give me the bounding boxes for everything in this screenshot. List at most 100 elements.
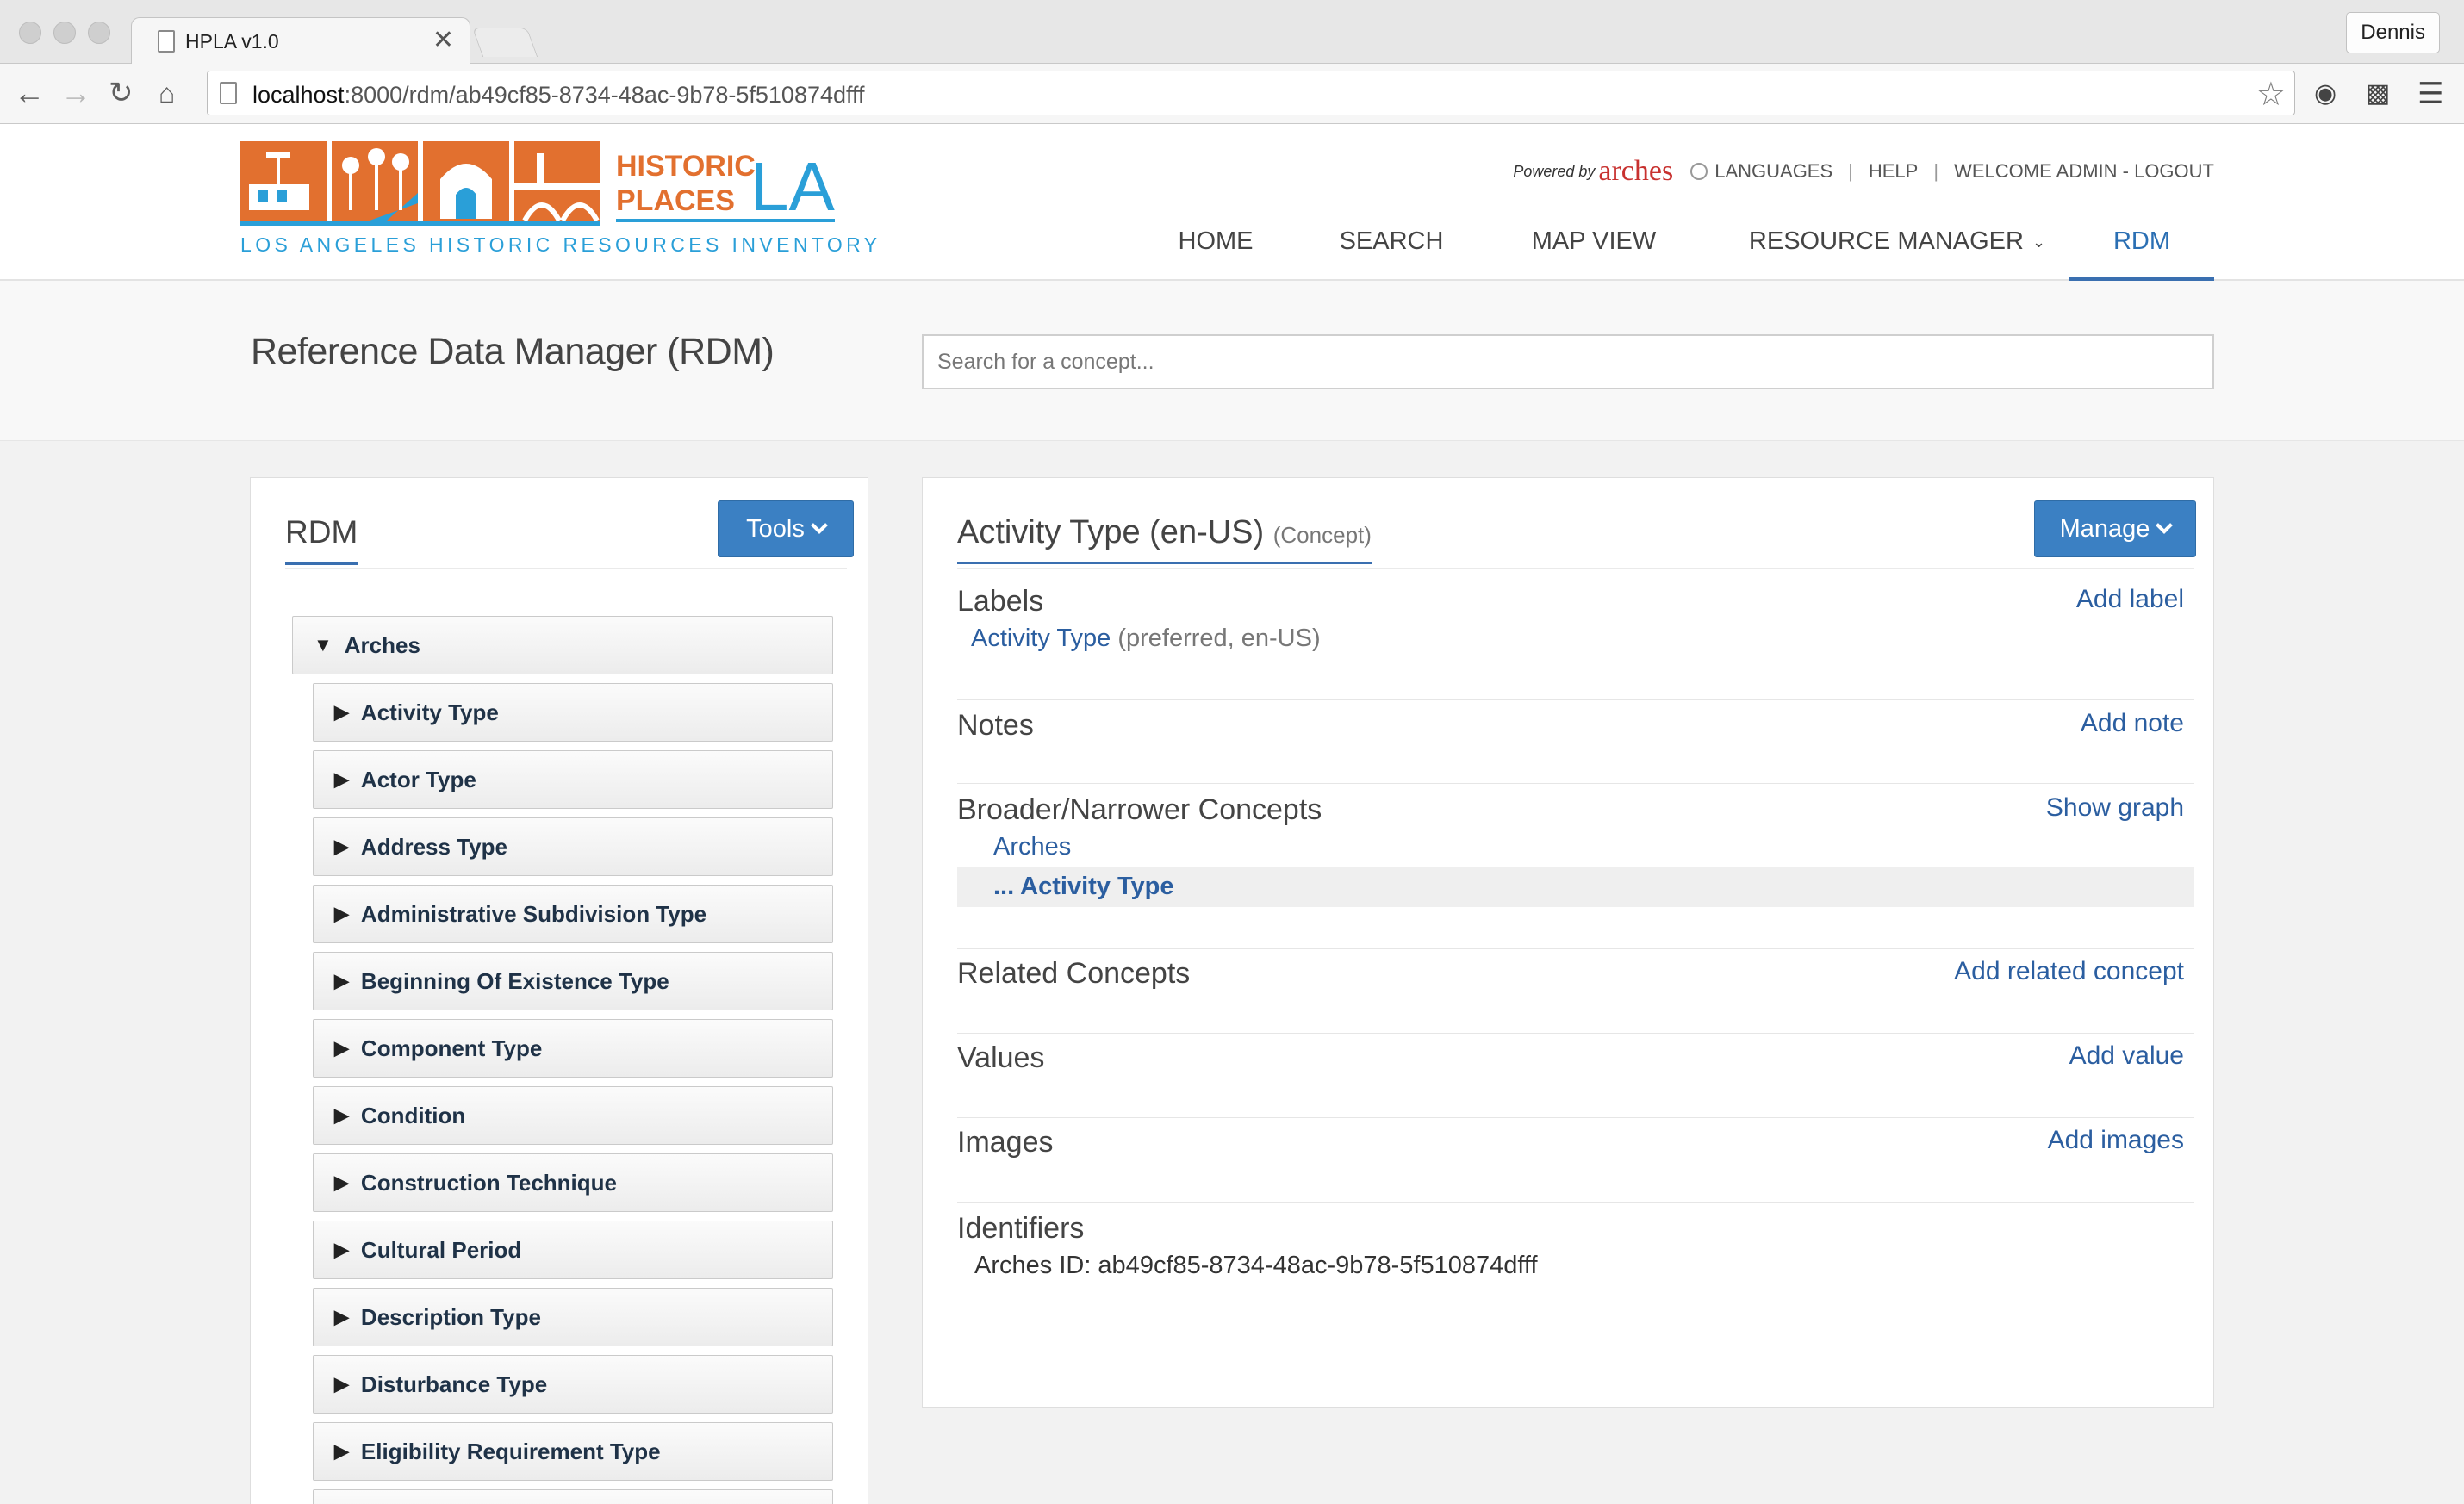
add-label-link[interactable]: Add label	[2076, 585, 2184, 614]
current-concept-link[interactable]: ... Activity Type	[993, 873, 1174, 901]
forward-arrow-icon[interactable]: →	[60, 76, 91, 110]
arches-logo[interactable]: arches	[1598, 155, 1673, 188]
tree-node-label: Condition	[360, 1102, 466, 1128]
hierarchy-heading: Broader/Narrower Concepts	[957, 793, 1322, 826]
notes-heading: Notes	[957, 709, 1034, 742]
help-link[interactable]: HELP	[1869, 160, 1918, 183]
add-note-link[interactable]: Add note	[2081, 709, 2184, 738]
welcome-logout-link[interactable]: WELCOME ADMIN - LOGOUT	[1954, 160, 2214, 183]
caret-right-icon[interactable]: ▶	[334, 1172, 349, 1194]
tree-root-arches[interactable]: ▼ Arches	[292, 616, 833, 674]
manage-button[interactable]: Manage	[2034, 500, 2196, 557]
tree-node-actor-type[interactable]: ▶ Actor Type	[313, 750, 833, 809]
tree-node-label: Address Type	[360, 833, 507, 860]
logo-text-historic: HISTORIC	[616, 150, 756, 183]
star-icon[interactable]: ☆	[2256, 75, 2286, 114]
caret-right-icon[interactable]: ▶	[334, 1440, 349, 1463]
chevron-down-icon	[2156, 517, 2174, 534]
caret-down-icon[interactable]: ▼	[314, 634, 333, 656]
address-bar[interactable]: localhost:8000/rdm/ab49cf85-8734-48ac-9b…	[207, 71, 2295, 115]
caret-right-icon[interactable]: ▶	[334, 1239, 349, 1261]
reload-icon[interactable]: ↻	[109, 76, 134, 110]
window-zoom-dot[interactable]	[88, 22, 110, 44]
show-graph-link[interactable]: Show graph	[2046, 793, 2184, 823]
tools-button[interactable]: Tools	[718, 500, 854, 557]
caret-right-icon[interactable]: ▶	[334, 1037, 349, 1060]
extension-elephant-icon[interactable]: ◉	[2314, 81, 2336, 107]
tree-node-eligibility-requirement-type[interactable]: ▶ Eligibility Requirement Type	[313, 1422, 833, 1481]
current-concept-row: ... Activity Type	[957, 867, 2194, 907]
profile-button[interactable]: Dennis	[2346, 12, 2440, 53]
nav-resource-manager-label: RESOURCE MANAGER	[1748, 227, 2024, 255]
divider: |	[1933, 160, 1939, 182]
new-tab-button[interactable]	[471, 28, 538, 57]
browser-toolbar: ← → ↻ ⌂ localhost:8000/rdm/ab49cf85-8734…	[0, 64, 2464, 124]
browser-tab[interactable]: HPLA v1.0 ✕	[131, 17, 470, 65]
identifiers-heading: Identifiers	[957, 1212, 1085, 1245]
add-related-concept-link[interactable]: Add related concept	[1954, 957, 2184, 986]
caret-right-icon[interactable]: ▶	[334, 903, 349, 925]
concept-title-text: Activity Type (en-US)	[957, 514, 1265, 550]
manage-button-label: Manage	[2059, 514, 2150, 543]
caret-right-icon[interactable]: ▶	[334, 836, 349, 858]
tree-node-administrative-subdivision-type[interactable]: ▶ Administrative Subdivision Type	[313, 885, 833, 943]
back-arrow-icon[interactable]: ←	[14, 76, 45, 110]
tree-node-label: Actor Type	[360, 766, 476, 792]
home-icon[interactable]: ⌂	[159, 76, 175, 110]
concept-search-input[interactable]	[922, 334, 2214, 389]
tree-node-disturbance-type[interactable]: ▶ Disturbance Type	[313, 1355, 833, 1414]
tab-close-icon[interactable]: ✕	[432, 25, 454, 55]
nav-search[interactable]: SEARCH	[1327, 227, 1456, 281]
tree-node-label: Beginning Of Existence Type	[360, 967, 669, 994]
divider	[957, 568, 2194, 569]
nav-resource-manager[interactable]: RESOURCE MANAGER ⌄	[1732, 227, 2063, 281]
window-close-dot[interactable]	[19, 22, 41, 44]
nav-home[interactable]: HOME	[1154, 227, 1277, 281]
caret-right-icon[interactable]: ▶	[334, 1306, 349, 1328]
caret-right-icon[interactable]: ▶	[334, 768, 349, 791]
page-icon	[220, 82, 237, 104]
tree-node-activity-type[interactable]: ▶ Activity Type	[313, 683, 833, 742]
add-images-link[interactable]: Add images	[2048, 1126, 2184, 1155]
preferred-label: Activity Type (preferred, en-US)	[971, 625, 1321, 653]
related-heading: Related Concepts	[957, 957, 1191, 990]
logo-subtitle: LOS ANGELES HISTORIC RESOURCES INVENTORY	[240, 233, 881, 256]
tree-node-description-type[interactable]: ▶ Description Type	[313, 1288, 833, 1346]
nav-rdm[interactable]: RDM	[2069, 227, 2214, 281]
labels-section: Labels Add label Activity Type (preferre…	[957, 585, 2194, 671]
tree-node-partial[interactable]	[313, 1489, 833, 1504]
site-header: HISTORIC PLACES LA LOS ANGELES HISTORIC …	[0, 124, 2464, 281]
caret-right-icon[interactable]: ▶	[334, 970, 349, 992]
caret-right-icon[interactable]: ▶	[334, 701, 349, 724]
tree-node-label: Disturbance Type	[360, 1370, 548, 1397]
languages-link[interactable]: LANGUAGES	[1714, 160, 1832, 183]
tree-node-label: Arches	[344, 631, 420, 658]
arches-id-text: Arches ID: ab49cf85-8734-48ac-9b78-5f510…	[974, 1252, 1538, 1279]
tree-node-beginning-of-existence-type[interactable]: ▶ Beginning Of Existence Type	[313, 952, 833, 1010]
tree-node-cultural-period[interactable]: ▶ Cultural Period	[313, 1221, 833, 1279]
related-section: Related Concepts Add related concept	[957, 957, 2194, 1009]
hamburger-menu-icon[interactable]: ☰	[2417, 79, 2443, 109]
divider	[285, 568, 847, 569]
rdm-tree-panel: RDM Tools ▼ Arches ▶ Activity Type ▶ Actor…	[250, 477, 868, 1504]
tree-node-component-type[interactable]: ▶ Component Type	[313, 1019, 833, 1078]
broader-concept-link[interactable]: Arches	[993, 833, 1071, 861]
tree-node-construction-technique[interactable]: ▶ Construction Technique	[313, 1153, 833, 1212]
tab-rdm[interactable]: RDM	[285, 514, 358, 565]
caret-right-icon[interactable]: ▶	[334, 1373, 349, 1395]
browser-tab-strip: HPLA v1.0 ✕ Dennis	[0, 0, 2464, 65]
tree-node-condition[interactable]: ▶ Condition	[313, 1086, 833, 1145]
preferred-label-link[interactable]: Activity Type	[971, 625, 1111, 652]
add-value-link[interactable]: Add value	[2069, 1041, 2184, 1071]
tree-node-address-type[interactable]: ▶ Address Type	[313, 817, 833, 876]
caret-right-icon[interactable]: ▶	[334, 1104, 349, 1127]
utility-nav: Powered by arches LANGUAGES | HELP | WEL…	[1513, 155, 2214, 188]
nav-map-view[interactable]: MAP VIEW	[1516, 227, 1671, 281]
hierarchy-section: Broader/Narrower Concepts Show graph Arc…	[957, 793, 2194, 914]
divider	[957, 783, 2194, 784]
concept-detail-panel: Activity Type (en-US) (Concept) Manage L…	[922, 477, 2214, 1408]
values-section: Values Add value	[957, 1041, 2194, 1093]
divider	[957, 1033, 2194, 1034]
window-minimize-dot[interactable]	[53, 22, 76, 44]
extension-puzzle-icon[interactable]: ▩	[2366, 81, 2390, 107]
